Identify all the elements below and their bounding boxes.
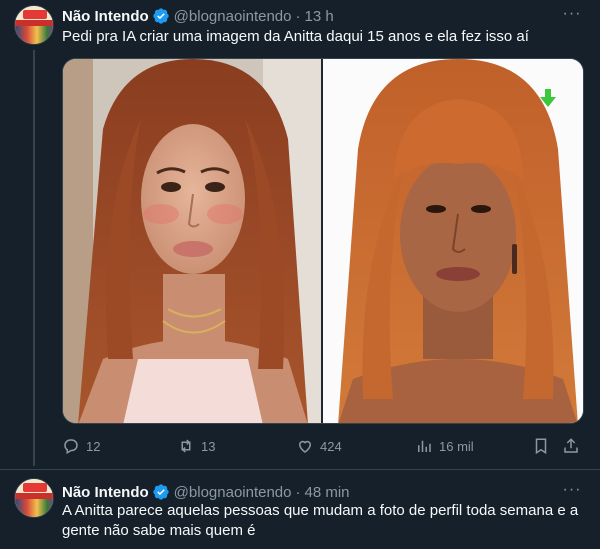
verified-badge-icon — [152, 8, 169, 24]
views-button[interactable]: 16 mil — [415, 434, 474, 458]
reply-count: 12 — [86, 438, 101, 454]
author-name[interactable]: Não Intendo — [62, 484, 149, 501]
avatar[interactable] — [14, 5, 54, 45]
thread-connector-line — [33, 50, 35, 466]
like-count: 424 — [320, 438, 342, 454]
like-button[interactable]: 424 — [296, 434, 342, 458]
download-arrow-icon[interactable] — [540, 89, 556, 107]
author-handle[interactable]: @blognaointendo — [174, 484, 292, 501]
views-count: 16 mil — [439, 438, 474, 454]
tweet-reply[interactable]: Não Intendo @blognaointendo · 48 min ···… — [0, 470, 600, 549]
tweet[interactable]: Não Intendo @blognaointendo · 13 h ··· P… — [0, 0, 600, 469]
author-handle[interactable]: @blognaointendo — [174, 8, 292, 25]
photo-woman-older[interactable] — [323, 59, 583, 423]
separator: · — [295, 483, 301, 501]
share-icon — [564, 438, 578, 453]
timestamp[interactable]: 13 h — [305, 8, 334, 25]
tweet-actions: 12 13 424 16 mil — [62, 434, 584, 458]
media-grid[interactable] — [62, 58, 584, 424]
separator: · — [295, 7, 301, 25]
verified-badge-icon — [152, 484, 169, 500]
logo-icon — [23, 483, 47, 492]
retweet-count: 13 — [201, 438, 216, 454]
views-chart-icon — [418, 440, 431, 452]
more-options-icon[interactable]: ··· — [562, 480, 582, 500]
author-name[interactable]: Não Intendo — [62, 8, 149, 25]
heart-icon — [298, 440, 312, 453]
avatar[interactable] — [14, 478, 54, 518]
more-options-icon[interactable]: ··· — [562, 4, 582, 24]
reply-icon — [64, 439, 78, 455]
tweet-header: Não Intendo @blognaointendo · 48 min — [62, 482, 350, 502]
timestamp[interactable]: 48 min — [305, 484, 350, 501]
tweet-text: Pedi pra IA criar uma imagem da Anitta d… — [62, 28, 529, 45]
bookmark-icon — [535, 438, 547, 455]
tweet-header: Não Intendo @blognaointendo · 13 h — [62, 6, 334, 26]
retweet-icon — [181, 439, 191, 453]
reply-button[interactable]: 12 — [62, 434, 100, 458]
share-button[interactable] — [562, 434, 580, 458]
logo-icon — [23, 10, 47, 19]
bookmark-button[interactable] — [532, 434, 550, 458]
retweet-button[interactable]: 13 — [177, 434, 215, 458]
tweet-text: A Anitta parece aquelas pessoas que muda… — [62, 502, 579, 539]
photo-woman-young[interactable] — [63, 59, 321, 423]
